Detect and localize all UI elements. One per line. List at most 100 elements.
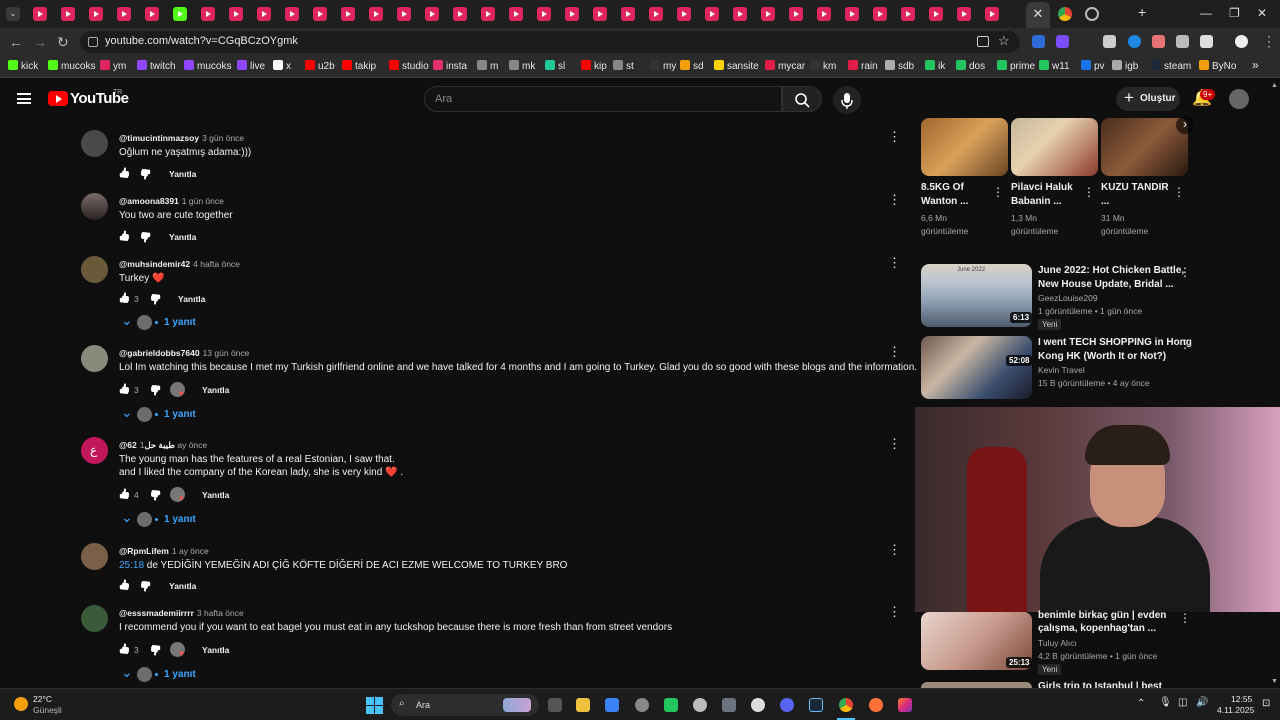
video-title-line[interactable]: I went TECH SHOPPING in Hong (1038, 336, 1192, 350)
bookmark-item[interactable]: insta (433, 60, 467, 72)
app-icon[interactable] (693, 698, 707, 712)
instagram-icon[interactable] (898, 698, 912, 712)
close-tab-icon[interactable]: ✕ (1029, 5, 1047, 23)
youtube-tab-icon[interactable] (201, 7, 215, 21)
dislike-icon[interactable]: 👍 (140, 168, 152, 179)
reply-button[interactable]: Yanıtla (202, 645, 229, 655)
clock-date[interactable]: 4.11.2025 (1217, 705, 1254, 715)
comment-actions-icon[interactable]: ⋮ (888, 543, 901, 556)
youtube-tab-icon[interactable] (593, 7, 607, 21)
bookmark-item[interactable]: twitch (137, 60, 176, 72)
bookmark-item[interactable]: dos (956, 60, 985, 72)
video-title-line[interactable]: New House Update, Bridal ... (1038, 278, 1174, 292)
like-icon[interactable]: 👍 (118, 489, 130, 500)
bookmark-item[interactable]: steam (1151, 60, 1191, 72)
bookmark-item[interactable]: km (810, 60, 836, 72)
short-thumbnail[interactable] (921, 118, 1008, 176)
youtube-tab-icon[interactable] (789, 7, 803, 21)
search-button[interactable] (782, 86, 822, 112)
bookmark-item[interactable]: kip (581, 60, 607, 72)
dislike-icon[interactable]: 👍 (150, 489, 162, 500)
youtube-tab-icon[interactable] (89, 7, 103, 21)
youtube-tab-icon[interactable] (873, 7, 887, 21)
bookmark-item[interactable]: st (613, 60, 634, 72)
commenter-avatar[interactable] (81, 543, 108, 570)
comment-actions-icon[interactable]: ⋮ (888, 193, 901, 206)
bookmark-item[interactable]: m (477, 60, 498, 72)
comment-actions-icon[interactable]: ⋮ (888, 345, 901, 358)
weather-temp[interactable]: 22°C (33, 694, 52, 704)
menu-dots-icon[interactable]: ⋮ (1262, 33, 1276, 50)
bookmark-item[interactable]: rain (848, 60, 878, 72)
bookmark-item[interactable]: takip (342, 60, 376, 72)
bookmark-item[interactable]: ym (100, 60, 126, 72)
search-input[interactable]: Ara (424, 86, 782, 112)
comment-time[interactable]: 1 gün önce (182, 196, 224, 206)
bookmark-item[interactable]: ik (925, 60, 945, 72)
youtube-tab-icon[interactable] (229, 7, 243, 21)
weather-sun-icon[interactable] (14, 697, 28, 711)
short-thumbnail[interactable] (1101, 118, 1188, 176)
reload-icon[interactable]: ↻ (57, 34, 69, 51)
comment-author-name[interactable]: @amoona8391 (119, 196, 179, 206)
comment-time[interactable]: 1 ay önce (172, 546, 209, 556)
youtube-tab-icon[interactable] (117, 7, 131, 21)
extension-icon[interactable] (1032, 35, 1045, 48)
short-title[interactable]: KUZU TANDIR ... (1101, 181, 1171, 209)
bookmark-item[interactable]: ByNo (1199, 60, 1236, 72)
dislike-icon[interactable]: 👍 (150, 293, 162, 304)
chevron-down-icon[interactable]: ⌄ (121, 404, 133, 421)
youtube-tab-icon[interactable] (61, 7, 75, 21)
comment-author[interactable]: @gabrieldobbs7640 13 gün önce (119, 348, 249, 358)
channel-name[interactable]: Kevin Travel (1038, 364, 1085, 377)
url-bar[interactable]: youtube.com/watch?v=CGqBCzOYgmk ☆ (80, 31, 1020, 53)
create-button[interactable]: Oluştur (1116, 86, 1180, 111)
store-icon[interactable] (605, 698, 619, 712)
shorts-next-icon[interactable]: › (1176, 116, 1194, 134)
youtube-tab-icon[interactable] (453, 7, 467, 21)
youtube-tab-icon[interactable] (621, 7, 635, 21)
youtube-tab-icon[interactable] (677, 7, 691, 21)
short-title[interactable]: Pilavci Haluk Babanin ... (1011, 181, 1087, 209)
bookmark-item[interactable]: sansite (714, 60, 759, 72)
like-icon[interactable]: 👍 (118, 580, 130, 591)
comment-author-name[interactable]: @62طيبة حل (119, 440, 175, 450)
youtube-tab-icon[interactable] (761, 7, 775, 21)
comment-actions-icon[interactable]: ⋮ (888, 130, 901, 143)
youtube-tab-icon[interactable] (397, 7, 411, 21)
video-title-line[interactable]: benimle birkaç gün | evden (1038, 609, 1166, 623)
commenter-avatar[interactable] (81, 256, 108, 283)
settings-tab-icon[interactable] (1085, 7, 1099, 21)
youtube-tab-icon[interactable] (929, 7, 943, 21)
comment-author[interactable]: @62طيبة حل1 ay önce (119, 440, 207, 451)
weather-condition[interactable]: Güneşli (33, 705, 62, 715)
bookmark-item[interactable]: prime (997, 60, 1035, 72)
video-thumbnail[interactable] (921, 336, 1032, 399)
comment-actions-icon[interactable]: ⋮ (888, 437, 901, 450)
youtube-tab-icon[interactable] (481, 7, 495, 21)
comment-author[interactable]: @timucintinmazsoy 3 gün önce (119, 133, 244, 143)
comment-author[interactable]: @muhsindemir42 4 hafta önce (119, 259, 240, 269)
comment-author-name[interactable]: @esssmademiirrrr (119, 608, 194, 618)
youtube-tab-icon[interactable] (901, 7, 915, 21)
bookmark-item[interactable]: x (273, 60, 291, 72)
youtube-tab-icon[interactable] (817, 7, 831, 21)
bookmark-item[interactable]: u2b (305, 60, 335, 72)
comment-author[interactable]: @esssmademiirrrr 3 hafta önce (119, 608, 244, 618)
bookmark-star-icon[interactable]: ☆ (998, 33, 1010, 49)
short-title[interactable]: 8.5KG Of Wanton ... (921, 181, 991, 209)
more-actions-icon[interactable]: ⋮ (1083, 185, 1095, 199)
youtube-tab-icon[interactable] (565, 7, 579, 21)
commenter-avatar[interactable] (81, 345, 108, 372)
youtube-tab-icon[interactable] (145, 7, 159, 21)
tray-overflow-icon[interactable]: ⌃ (1137, 698, 1145, 709)
youtube-tab-icon[interactable] (257, 7, 271, 21)
extension-icon[interactable] (1103, 35, 1116, 48)
youtube-tab-icon[interactable] (845, 7, 859, 21)
taskbar-search-box[interactable]: ⌕ Ara (391, 694, 539, 716)
bookmark-item[interactable]: mucoks (184, 60, 231, 72)
more-actions-icon[interactable]: ⋮ (1173, 185, 1185, 199)
video-title-line[interactable]: June 2022: Hot Chicken Battle, (1038, 264, 1184, 278)
like-icon[interactable]: 👍 (118, 644, 130, 655)
reply-button[interactable]: Yanıtla (169, 232, 196, 242)
